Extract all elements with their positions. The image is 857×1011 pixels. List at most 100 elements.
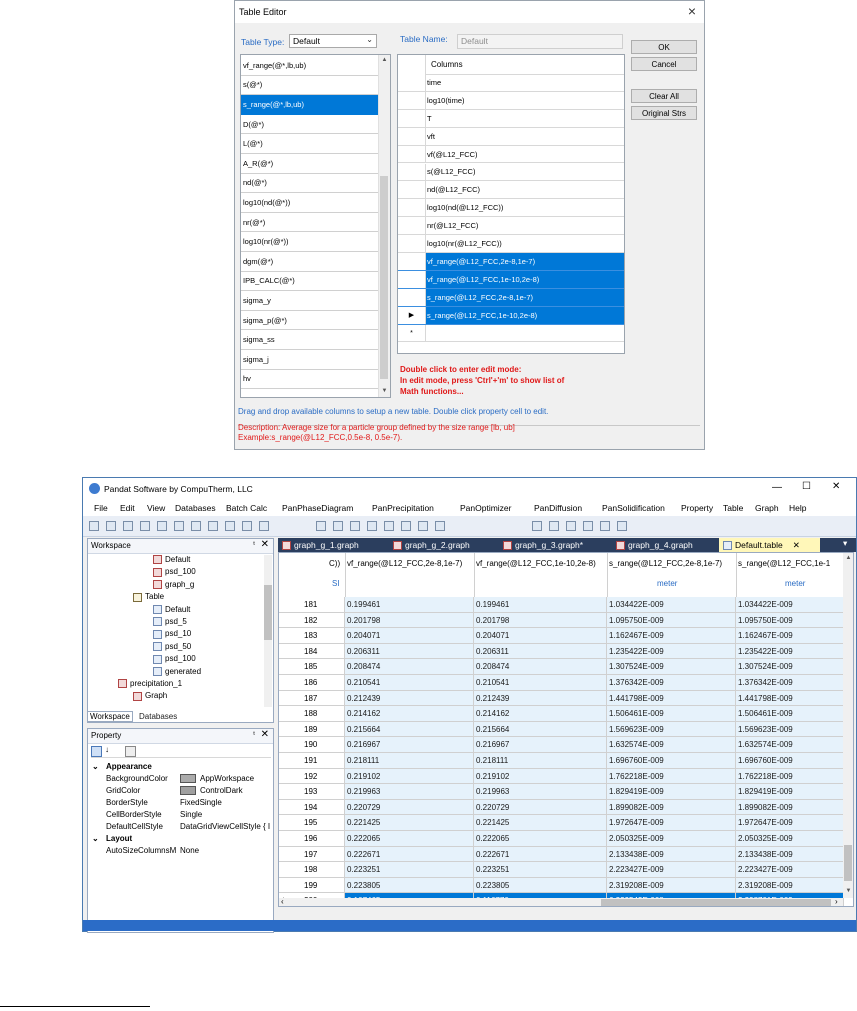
pan-icon[interactable] xyxy=(549,521,559,531)
tree-node[interactable]: precipitation_1 xyxy=(118,679,182,689)
select-icon[interactable] xyxy=(435,521,445,531)
categorized-icon[interactable] xyxy=(91,746,102,757)
menu-item[interactable]: Edit xyxy=(120,503,135,513)
grid-horizontal-scrollbar[interactable]: ‹ › xyxy=(279,897,843,906)
table-cell[interactable]: 1.235422E-009 xyxy=(736,643,844,660)
new-column-row[interactable]: * xyxy=(398,324,624,343)
table-cell[interactable]: 0.210541 xyxy=(345,675,474,691)
tree-node[interactable]: Default xyxy=(153,605,190,614)
scroll-down-icon[interactable]: ▼ xyxy=(844,888,853,894)
table-cell[interactable]: 0.221425 xyxy=(474,815,607,831)
column-row[interactable]: vf(@L12_FCC) xyxy=(398,145,624,164)
draw-icon[interactable] xyxy=(617,521,627,531)
column-header[interactable]: vf_range(@L12_FCC,2e-8,1e-7) xyxy=(347,559,462,568)
menu-item[interactable]: Batch Calc xyxy=(226,503,267,513)
row-header[interactable]: 190 xyxy=(279,737,345,753)
print-icon[interactable] xyxy=(191,521,201,531)
available-column-item[interactable]: log10(nr(@*)) xyxy=(241,232,379,252)
column-name-cell[interactable]: time xyxy=(427,74,441,91)
table-row[interactable]: 188 0.214162 0.214162 1.506461E-009 1.506461… xyxy=(279,706,853,722)
table-cell[interactable]: 0.204071 xyxy=(345,628,474,644)
table-row[interactable]: 196 0.222065 0.222065 2.050325E-009 2.050325… xyxy=(279,831,853,847)
tree-node[interactable]: Table xyxy=(133,592,164,602)
table-row[interactable]: 185 0.208474 0.208474 1.307524E-009 1.307524… xyxy=(279,659,853,675)
row-header[interactable] xyxy=(398,109,426,127)
tab-graph-3[interactable]: graph_g_3.graph* xyxy=(503,538,583,552)
table-cell[interactable]: 1.034422E-009 xyxy=(736,597,844,613)
menu-item[interactable]: Databases xyxy=(175,503,216,513)
table-cell[interactable]: 0.221425 xyxy=(345,815,474,831)
available-column-item[interactable]: sigma_p(@*) xyxy=(241,311,379,331)
import-icon[interactable] xyxy=(316,521,326,531)
tree-node[interactable]: psd_100 xyxy=(153,654,196,664)
available-column-item[interactable]: sigma_ss xyxy=(241,330,379,350)
menu-item[interactable]: PanOptimizer xyxy=(460,503,512,513)
table-cell[interactable]: 2.050325E-009 xyxy=(736,831,844,847)
column-row[interactable]: s_range(@L12_FCC,2e-8,1e-7) xyxy=(398,288,624,307)
row-header[interactable] xyxy=(398,181,426,199)
pin-icon[interactable]: ᵗ xyxy=(253,730,255,739)
menu-item[interactable]: Graph xyxy=(755,503,779,513)
row-header[interactable]: 187 xyxy=(279,690,345,707)
row-header[interactable] xyxy=(398,145,426,163)
column-header[interactable]: s_range(@L12_FCC,1e-1 xyxy=(738,559,830,568)
row-header[interactable]: 186 xyxy=(279,675,345,691)
column-row[interactable]: vft xyxy=(398,127,624,146)
menu-item[interactable]: View xyxy=(147,503,165,513)
clear-all-button[interactable]: Clear All xyxy=(631,89,697,103)
available-column-item[interactable]: vf_range(@*,lb,ub) xyxy=(241,56,379,76)
cut-icon[interactable] xyxy=(208,521,218,531)
column-row[interactable]: nr(@L12_FCC) xyxy=(398,217,624,236)
column-row[interactable]: ▶ s_range(@L12_FCC,1e-10,2e-8) xyxy=(398,306,624,325)
column-row[interactable]: nd(@L12_FCC) xyxy=(398,181,624,200)
tree-node[interactable]: graph_g xyxy=(153,580,194,590)
table-cell[interactable]: 1.162467E-009 xyxy=(607,628,736,644)
tree-node[interactable]: generated xyxy=(153,667,201,676)
column-row[interactable]: log10(nd(@L12_FCC)) xyxy=(398,199,624,218)
column-row[interactable]: s(@L12_FCC) xyxy=(398,163,624,182)
column-name-cell[interactable]: log10(time) xyxy=(427,92,465,109)
close-icon[interactable]: ✕ xyxy=(793,540,800,550)
table-cell[interactable]: 1.972647E-009 xyxy=(736,815,844,831)
row-header[interactable]: 199 xyxy=(279,877,345,894)
table-cell[interactable]: 0.214162 xyxy=(345,706,474,722)
copy-icon[interactable] xyxy=(225,521,235,531)
tree-node[interactable]: psd_5 xyxy=(153,617,187,627)
property-row[interactable]: BackgroundColor AppWorkspace xyxy=(88,773,273,785)
tab-databases[interactable]: Databases xyxy=(139,712,177,721)
available-column-item[interactable]: sigma_y xyxy=(241,291,379,311)
column-name-cell[interactable]: vf(@L12_FCC) xyxy=(427,146,478,163)
table-row[interactable]: 192 0.219102 0.219102 1.762218E-009 1.762218… xyxy=(279,768,853,785)
table-cell[interactable]: 0.210541 xyxy=(474,675,607,691)
table-row[interactable]: 193 0.219963 0.219963 1.829419E-009 1.829419… xyxy=(279,784,853,800)
export-icon[interactable] xyxy=(333,521,343,531)
table-cell[interactable]: 1.034422E-009 xyxy=(607,597,736,613)
table-cell[interactable]: 1.441798E-009 xyxy=(736,690,844,707)
table-cell[interactable]: 2.050325E-009 xyxy=(607,831,736,847)
column-name-cell[interactable]: T xyxy=(427,110,432,127)
table-cell[interactable]: 0.208474 xyxy=(345,659,474,675)
table-cell[interactable]: 1.095750E-009 xyxy=(736,612,844,629)
table-cell[interactable]: 2.223427E-009 xyxy=(607,862,736,878)
table-cell[interactable]: 1.095750E-009 xyxy=(607,612,736,629)
column-name-cell[interactable]: nr(@L12_FCC) xyxy=(427,217,478,234)
table-cell[interactable]: 0.206311 xyxy=(345,643,474,660)
scrollbar-thumb[interactable] xyxy=(380,176,388,379)
column-name-cell[interactable]: vft xyxy=(427,128,435,145)
row-header[interactable]: 181 xyxy=(279,597,345,613)
available-columns-list[interactable]: vf_range(@*,lb,ub) s(@*) s_range(@*,lb,ub)… xyxy=(240,54,391,398)
column-row[interactable]: vf_range(@L12_FCC,2e-8,1e-7) xyxy=(398,253,624,271)
table-cell[interactable]: 0.222671 xyxy=(345,846,474,863)
new-icon[interactable] xyxy=(89,521,99,531)
menu-item[interactable]: PanSolidification xyxy=(602,503,665,513)
scroll-left-icon[interactable]: ‹ xyxy=(281,897,284,906)
zoom-in-icon[interactable] xyxy=(532,521,542,531)
table-cell[interactable]: 0.216967 xyxy=(474,737,607,753)
save-icon[interactable] xyxy=(140,521,150,531)
column-name-cell[interactable]: s_range(@L12_FCC,2e-8,1e-7) xyxy=(427,289,533,306)
table-cell[interactable]: 0.223251 xyxy=(474,862,607,878)
table-cell[interactable]: 1.307524E-009 xyxy=(736,659,844,675)
available-column-item[interactable]: A_R(@*) xyxy=(241,154,379,174)
table-row[interactable]: 191 0.218111 0.218111 1.696760E-009 1.696760… xyxy=(279,753,853,769)
table-cell[interactable]: 1.829419E-009 xyxy=(607,784,736,800)
